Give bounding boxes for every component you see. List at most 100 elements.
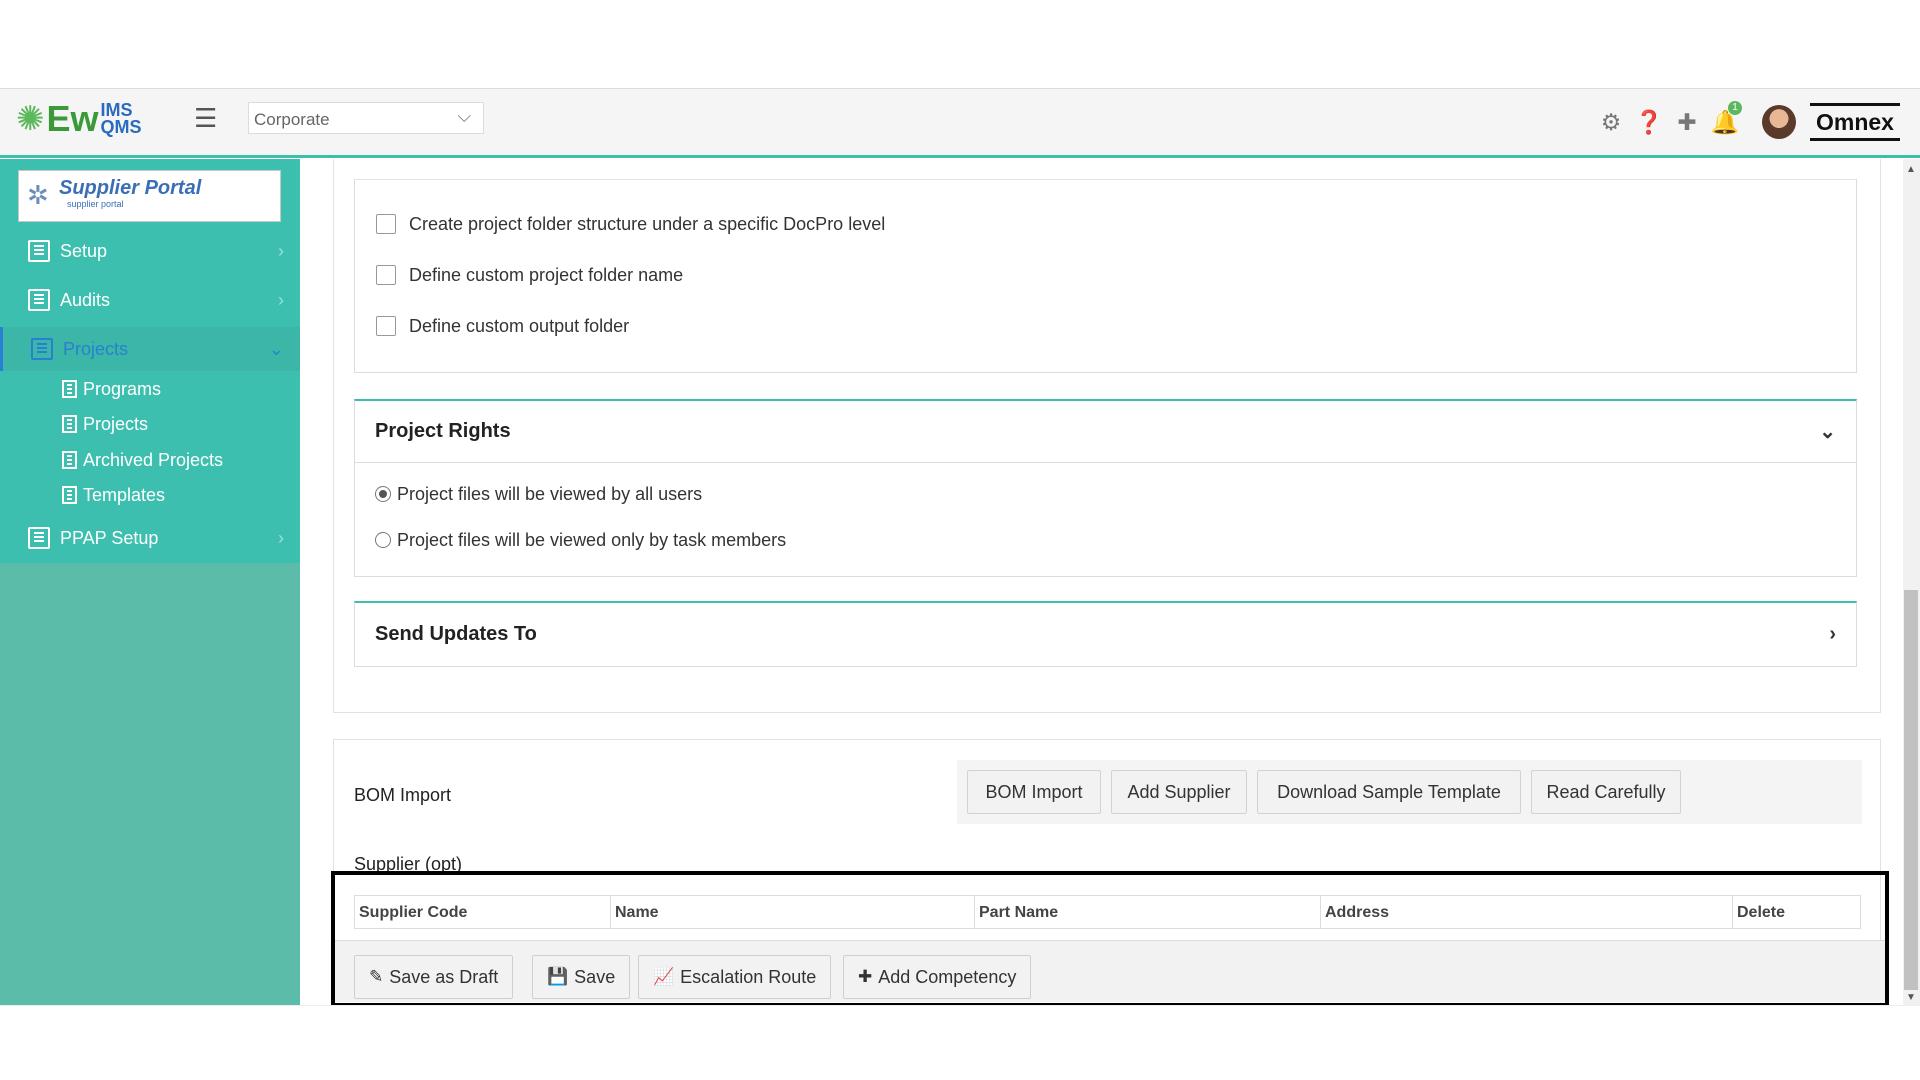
building-icon — [62, 380, 77, 398]
chevron-down-icon: ⌵ — [457, 106, 471, 126]
read-carefully-button[interactable]: Read Carefully — [1531, 770, 1681, 814]
logo-text-bottom: QMS — [100, 117, 142, 137]
supplier-table-header: Supplier Code Name Part Name Address Del… — [354, 895, 1861, 929]
scroll-up-arrow-icon[interactable]: ▲ — [1906, 164, 1916, 175]
column-header: Delete — [1737, 904, 1786, 921]
chevron-right-icon[interactable]: › — [1829, 623, 1836, 646]
chevron-right-icon: › — [278, 289, 284, 310]
sidebar-subitem-label: Projects — [83, 413, 149, 434]
sidebar-item-label: Projects — [63, 338, 129, 359]
checkbox-label: Define custom project folder name — [409, 264, 684, 285]
column-header: Part Name — [975, 896, 1321, 928]
button-label: Escalation Route — [680, 966, 817, 987]
settings-gear-icon[interactable]: ⚙ — [1596, 107, 1626, 137]
folder-option-docpro-level[interactable]: Create project folder structure under a … — [376, 212, 885, 236]
sidebar-subitem-label: Templates — [83, 484, 166, 505]
add-icon[interactable]: ✚ — [1672, 107, 1702, 137]
omnex-brand-logo: Omnex — [1810, 103, 1900, 141]
checkbox[interactable] — [376, 265, 396, 285]
organization-select[interactable]: Corporate ⌵ — [248, 102, 484, 134]
notification-bell-icon[interactable]: 🔔 1 — [1710, 101, 1742, 137]
sidebar-subitem-label: Archived Projects — [83, 449, 224, 470]
scrollbar-thumb[interactable] — [1904, 590, 1918, 990]
logo-star-icon: ✺ — [16, 100, 45, 138]
checkbox[interactable] — [376, 316, 396, 336]
chart-line-icon: 📈 — [653, 967, 675, 986]
project-rights-header[interactable]: Project Rights ⌄ — [355, 401, 1856, 463]
download-sample-template-button[interactable]: Download Sample Template — [1257, 770, 1521, 814]
sidebar-subitem-projects[interactable]: Projects — [62, 407, 148, 441]
logo-text: Ew — [46, 98, 99, 139]
column-header: Name — [611, 896, 975, 928]
page-footer-blank — [0, 1005, 1920, 1080]
menu-toggle-icon[interactable]: ☰ — [194, 103, 217, 134]
sidebar-item-projects[interactable]: Projects ⌄ — [0, 327, 300, 371]
sidebar: ✲ Supplier Portal supplier portal Setup … — [0, 159, 300, 1005]
button-label: Save as Draft — [389, 966, 499, 987]
portal-title: Supplier Portal — [59, 177, 202, 199]
checkbox-label: Create project folder structure under a … — [409, 213, 886, 234]
sidebar-menu: ✲ Supplier Portal supplier portal Setup … — [0, 159, 300, 563]
add-competency-button[interactable]: ✚ Add Competency — [843, 955, 1032, 999]
portal-gear-icon: ✲ — [27, 180, 49, 210]
scroll-down-arrow-icon[interactable]: ▼ — [1906, 992, 1916, 1003]
building-icon — [28, 240, 50, 262]
rights-option-all-users[interactable]: Project files will be viewed by all user… — [375, 482, 702, 506]
project-rights-section: Project Rights ⌄ Project files will be v… — [354, 399, 1857, 577]
ewqms-logo[interactable]: ✺ Ew IMS QMS — [16, 98, 142, 139]
plus-icon: ✚ — [858, 967, 873, 986]
sidebar-item-ppap-setup[interactable]: PPAP Setup › — [0, 516, 300, 560]
radio-button[interactable] — [375, 532, 391, 548]
sidebar-item-setup[interactable]: Setup › — [0, 229, 300, 273]
organization-select-value: Corporate — [254, 110, 330, 129]
chevron-down-icon: ⌄ — [268, 338, 284, 359]
send-updates-header[interactable]: Send Updates To › — [355, 603, 1856, 665]
radio-label: Project files will be viewed by all user… — [397, 483, 703, 504]
send-updates-section: Send Updates To › — [354, 601, 1857, 667]
sidebar-item-audits[interactable]: Audits › — [0, 278, 300, 322]
sidebar-item-label: PPAP Setup — [60, 527, 159, 548]
sidebar-subitem-label: Programs — [83, 378, 162, 399]
save-as-draft-button[interactable]: ✎ Save as Draft — [354, 955, 514, 999]
folder-options-section: Create project folder structure under a … — [354, 179, 1857, 373]
building-icon — [62, 486, 77, 504]
building-icon — [28, 527, 50, 549]
form-action-bar: ✎ Save as Draft 💾 Save 📈 Escalation Rout… — [335, 940, 1885, 1002]
save-button[interactable]: 💾 Save — [532, 955, 631, 999]
sidebar-item-label: Audits — [60, 289, 111, 310]
bom-import-button[interactable]: BOM Import — [967, 770, 1101, 814]
checkbox-label: Define custom output folder — [409, 315, 630, 336]
rights-option-task-members[interactable]: Project files will be viewed only by tas… — [375, 528, 786, 552]
sidebar-subitem-templates[interactable]: Templates — [62, 478, 165, 512]
edit-icon: ✎ — [369, 967, 384, 986]
button-label: Add Competency — [878, 966, 1017, 987]
section-title: Project Rights — [375, 420, 511, 442]
building-icon — [62, 451, 77, 469]
portal-subtitle: supplier portal — [67, 199, 124, 209]
floppy-disk-icon: 💾 — [547, 967, 569, 986]
chevron-right-icon: › — [278, 240, 284, 261]
chevron-down-icon[interactable]: ⌄ — [1819, 419, 1836, 444]
bom-import-label: BOM Import — [354, 785, 452, 805]
project-settings-panel: Create project folder structure under a … — [333, 159, 1881, 713]
notification-count-badge: 1 — [1728, 101, 1742, 115]
escalation-route-button[interactable]: 📈 Escalation Route — [638, 955, 832, 999]
sidebar-subitem-archived-projects[interactable]: Archived Projects — [62, 443, 223, 477]
building-icon — [62, 415, 77, 433]
folder-option-custom-output[interactable]: Define custom output folder — [376, 314, 629, 338]
radio-label: Project files will be viewed only by tas… — [397, 529, 787, 550]
add-supplier-button[interactable]: Add Supplier — [1111, 770, 1247, 814]
bom-button-group: BOM Import Add Supplier Download Sample … — [957, 760, 1862, 824]
user-avatar[interactable] — [1762, 105, 1796, 139]
radio-button[interactable] — [375, 486, 391, 502]
chevron-right-icon: › — [278, 527, 284, 548]
help-icon[interactable]: ❓ — [1634, 107, 1664, 137]
folder-option-custom-name[interactable]: Define custom project folder name — [376, 263, 683, 287]
supplier-portal-logo[interactable]: ✲ Supplier Portal supplier portal — [18, 170, 281, 222]
sidebar-item-label: Setup — [60, 240, 108, 261]
building-icon — [28, 289, 50, 311]
header-actions: ⚙ ❓ ✚ 🔔 1 Omnex — [1596, 101, 1900, 141]
sidebar-subitem-programs[interactable]: Programs — [62, 372, 161, 406]
checkbox[interactable] — [376, 214, 396, 234]
column-header: Supplier Code — [355, 896, 611, 928]
